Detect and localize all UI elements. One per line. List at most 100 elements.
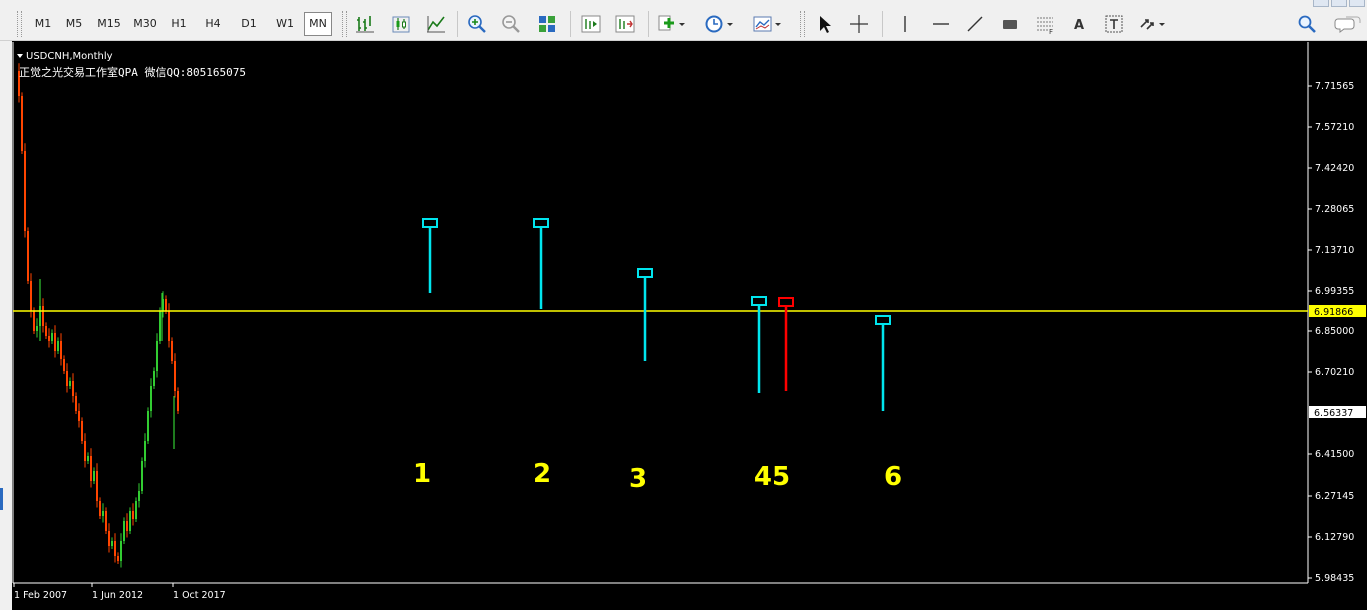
timeframe-h4-button[interactable]: H4 xyxy=(199,12,227,36)
candle-body xyxy=(51,333,53,341)
candle-body xyxy=(27,231,29,281)
timeframe-m5-button[interactable]: M5 xyxy=(60,12,88,36)
candle-body xyxy=(69,381,71,386)
candle-body xyxy=(168,311,170,341)
candle-body xyxy=(96,471,98,501)
price-label: 6.41500 xyxy=(1315,449,1354,460)
marker-number-label: 3 xyxy=(629,464,647,494)
timeframe-m30-button[interactable]: M30 xyxy=(128,12,162,36)
svg-text:A: A xyxy=(1074,18,1084,33)
price-chart[interactable]: 1 2 3 45 6 USDCNH,Monthly 正觉之光交易工作室QPA 微信QQ:… xyxy=(12,41,1367,610)
toolbar-grip[interactable] xyxy=(800,11,805,37)
marker-number-label: 45 xyxy=(754,462,790,492)
indicators-dropdown-icon[interactable] xyxy=(656,13,686,35)
minimize-button[interactable] xyxy=(1313,0,1329,7)
price-label: 6.70210 xyxy=(1315,367,1354,378)
symbol-label: USDCNH,Monthly xyxy=(26,51,113,62)
marker-number-label: 2 xyxy=(533,459,551,489)
timeframe-d1-button[interactable]: D1 xyxy=(234,12,264,36)
timeframe-m15-button[interactable]: M15 xyxy=(92,12,126,36)
chart-background xyxy=(12,41,1367,610)
auto-scroll-icon[interactable] xyxy=(614,13,636,35)
candle-body xyxy=(84,441,86,461)
timeframe-w1-button[interactable]: W1 xyxy=(270,12,300,36)
candle-body xyxy=(171,341,173,361)
candle-body xyxy=(63,359,65,371)
fibonacci-icon[interactable]: F xyxy=(1034,13,1056,35)
price-label: 6.85000 xyxy=(1315,326,1354,337)
restore-button[interactable] xyxy=(1331,0,1347,7)
price-label: 6.99355 xyxy=(1315,286,1354,297)
candle-body xyxy=(132,511,134,519)
candle-body xyxy=(108,531,110,546)
candle-body xyxy=(75,396,77,411)
templates-dropdown-icon[interactable] xyxy=(752,13,782,35)
price-label: 7.42420 xyxy=(1315,163,1354,174)
candle-body xyxy=(114,541,116,556)
zoom-in-icon[interactable] xyxy=(466,13,488,35)
candle-body xyxy=(174,361,176,391)
candle-body xyxy=(156,341,158,371)
price-label: 6.27145 xyxy=(1315,491,1354,502)
candle-body xyxy=(33,311,35,331)
candle-body xyxy=(135,501,137,519)
candle-body xyxy=(21,96,23,151)
arrows-dropdown-icon[interactable] xyxy=(1137,13,1167,35)
tile-windows-icon[interactable] xyxy=(536,13,558,35)
close-button[interactable] xyxy=(1349,0,1365,7)
timeframe-m1-button[interactable]: M1 xyxy=(28,12,58,36)
candle-body xyxy=(45,326,47,336)
horizontal-line-icon[interactable] xyxy=(930,13,952,35)
candle-body xyxy=(111,541,113,546)
candle-body xyxy=(144,441,146,461)
toolbar-grip[interactable] xyxy=(17,11,22,37)
candle-body xyxy=(147,411,149,441)
line-chart-icon[interactable] xyxy=(425,13,447,35)
price-label: 7.28065 xyxy=(1315,204,1354,215)
candle-body xyxy=(48,336,50,341)
window-controls xyxy=(1313,0,1365,7)
zoom-out-icon[interactable] xyxy=(500,13,522,35)
crosshair-icon[interactable] xyxy=(848,13,870,35)
date-label: 1 Feb 2007 xyxy=(14,590,67,601)
periods-clock-icon[interactable] xyxy=(704,13,734,35)
cursor-arrow-icon[interactable] xyxy=(814,13,836,35)
price-label: 5.98435 xyxy=(1315,573,1354,584)
price-label: 7.71565 xyxy=(1315,81,1354,92)
candle-body xyxy=(24,151,26,231)
candle-body xyxy=(126,521,128,531)
candlestick-icon[interactable] xyxy=(390,13,412,35)
candle-body xyxy=(42,306,44,326)
chart-shift-icon[interactable] xyxy=(580,13,602,35)
search-icon[interactable] xyxy=(1296,13,1318,35)
candle-body xyxy=(177,391,179,411)
candle-body xyxy=(141,461,143,491)
timeframe-mn-button[interactable]: MN xyxy=(304,12,332,36)
rectangle-icon[interactable] xyxy=(999,13,1021,35)
toolbar-grip[interactable] xyxy=(342,11,347,37)
text-tool-icon[interactable]: A xyxy=(1068,13,1090,35)
highlight-price-tag: 6.56337 xyxy=(1314,408,1353,419)
candle-body xyxy=(99,501,101,516)
candle-body xyxy=(30,281,32,311)
candle-body xyxy=(81,421,83,441)
candle-body xyxy=(129,511,131,531)
toolbar: M1 M5 M15 M30 H1 H4 D1 W1 MN F A xyxy=(0,7,1367,41)
bar-chart-icon[interactable] xyxy=(354,13,376,35)
candle-body xyxy=(60,341,62,359)
price-label: 7.13710 xyxy=(1315,245,1354,256)
marker-number-label: 6 xyxy=(884,462,902,492)
candle-body xyxy=(93,471,95,481)
trendline-icon[interactable] xyxy=(964,13,986,35)
watermark-text: 正觉之光交易工作室QPA 微信QQ:805165075 xyxy=(19,65,246,79)
candle-body xyxy=(90,456,92,481)
vertical-line-icon[interactable] xyxy=(894,13,916,35)
text-label-icon[interactable] xyxy=(1103,13,1125,35)
price-label: 7.57210 xyxy=(1315,122,1354,133)
chat-bubble-icon[interactable] xyxy=(1334,13,1362,35)
scroll-marker xyxy=(0,488,3,510)
current-price-tag: 6.91866 xyxy=(1314,307,1353,318)
timeframe-h1-button[interactable]: H1 xyxy=(165,12,193,36)
candle-body xyxy=(66,371,68,386)
candle-body xyxy=(120,541,122,561)
